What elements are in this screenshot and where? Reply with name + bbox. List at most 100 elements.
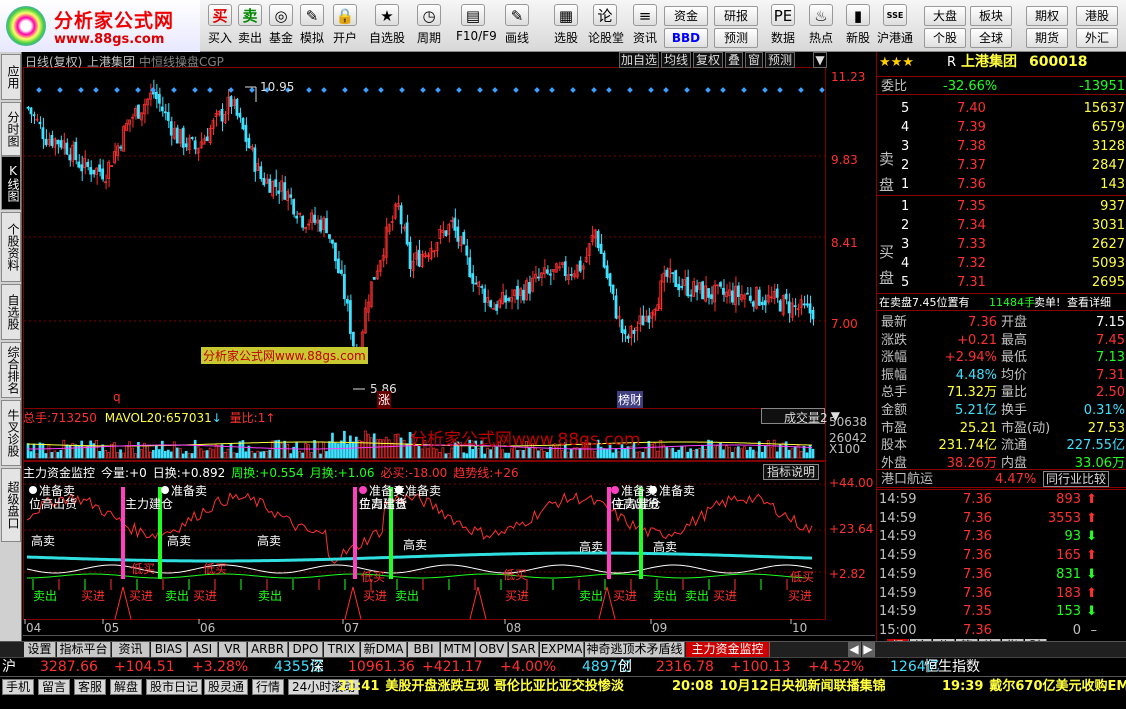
bottom-tab-8[interactable]: TRIX	[324, 642, 360, 658]
toolbar-button-7[interactable]: ▤ F10/F9	[456, 4, 497, 50]
chart-top-button-3[interactable]: 叠	[725, 52, 743, 68]
toolbar-button-0[interactable]: 买买入	[203, 4, 237, 50]
weibi-row: 委比 -32.66% -13951	[877, 76, 1126, 95]
volume-bar	[131, 447, 134, 459]
candle-body	[522, 289, 525, 301]
toolbar-small-button-3[interactable]: 预测	[714, 28, 758, 48]
volume-bar	[507, 452, 510, 459]
order-notice[interactable]: 在卖盘7.45位置有 11484手 卖单! 查看详细	[877, 293, 1126, 311]
volume-bar	[402, 439, 406, 459]
volume-select[interactable]: 成交量2 ▼	[761, 408, 840, 425]
chart-menu-icon[interactable]: ▼	[813, 52, 827, 68]
toolbar-small-button-7[interactable]: 港股	[1076, 6, 1118, 26]
toolbar-button-8[interactable]: ✎ 画线	[500, 4, 534, 50]
left-tab-6[interactable]: 牛叉诊股	[1, 400, 21, 466]
candle-body	[689, 294, 693, 297]
chart-top-button-5[interactable]: 预测	[765, 52, 795, 68]
bottom-tab-9[interactable]: 新DMA	[361, 642, 407, 658]
toolbar-button-9[interactable]: ▦ 选股	[549, 4, 583, 50]
indicator-help-button[interactable]: 指标说明	[763, 464, 820, 480]
volume-bar	[692, 450, 695, 459]
toolbar-small-button-11[interactable]: 外汇	[1076, 28, 1118, 48]
candle-body	[751, 301, 755, 307]
chart-top-button-2[interactable]: 复权	[693, 52, 723, 68]
bottom-tab-1[interactable]: 指标平台	[57, 642, 111, 658]
toolbar-button-14[interactable]: ▮ 新股	[841, 4, 875, 50]
toolbar-small-button-10[interactable]: 期货	[1026, 28, 1068, 48]
indicator-tab-bar: 设置 指标平台 资讯 BIAS ASI VR ARBR DPO TRIX 新DMA BBI MTM OB…	[0, 641, 1126, 658]
left-tab-5[interactable]: 综合排名	[1, 342, 21, 398]
toolbar-button-1[interactable]: 卖卖出	[233, 4, 267, 50]
bottom-tab-6[interactable]: ARBR	[248, 642, 288, 658]
chart-top-button-0[interactable]: 加自选	[619, 52, 659, 68]
bottom-tab-5[interactable]: VR	[219, 642, 247, 658]
toolbar-small-button-2[interactable]: BBD	[664, 28, 708, 48]
industry-compare-button[interactable]: 同行业比较	[1043, 471, 1110, 487]
bottom-tab-11[interactable]: MTM	[441, 642, 475, 658]
toolbar-small-button-6[interactable]: 期权	[1026, 6, 1068, 26]
left-tab-1[interactable]: 分时图	[1, 102, 21, 156]
volume-bar	[381, 439, 385, 459]
news-headline-0[interactable]: 21:41 美股开盘涨跌互现 哥伦比亚比亚交投惨淡	[338, 679, 624, 695]
chart-top-button-4[interactable]: 窗	[745, 52, 763, 68]
toolbar-icon-8: ✎	[505, 4, 529, 26]
bid-row: 1 7.35 937	[901, 199, 1125, 214]
candle-body	[340, 269, 343, 274]
toolbar-small-button-9[interactable]: 全球	[970, 28, 1012, 48]
status-button-3[interactable]: 解盘	[110, 679, 143, 695]
toolbar-button-5[interactable]: ★ 自选股	[365, 4, 409, 50]
candle-body	[292, 199, 296, 215]
news-headline-1[interactable]: 20:08 10月12日央视新闻联播集锦	[672, 679, 886, 695]
left-tab-3[interactable]: 个股资料	[1, 212, 21, 282]
left-tab-7[interactable]: 超级盘口	[1, 468, 21, 542]
bottom-tab-10[interactable]: BBI	[408, 642, 440, 658]
bottom-tab-2[interactable]: 资讯	[112, 642, 150, 658]
status-button-2[interactable]: 客服	[74, 679, 107, 695]
bottom-tab-3[interactable]: BIAS	[151, 642, 187, 658]
volume-bar	[163, 450, 167, 459]
signal-diamond	[399, 87, 405, 93]
kline-chart-svg[interactable]	[23, 52, 875, 642]
index-name: 深	[310, 659, 324, 675]
bottom-tab-12[interactable]: OBV	[476, 642, 508, 658]
left-tab-4[interactable]: 自选股	[1, 284, 21, 340]
toolbar-button-15[interactable]: SSE 沪港通	[873, 4, 917, 50]
toolbar-small-button-1[interactable]: 研报	[714, 6, 758, 26]
status-button-0[interactable]: 手机	[2, 679, 35, 695]
toolbar-small-button-8[interactable]: 个股	[924, 28, 966, 48]
left-tab-0[interactable]: 应用	[1, 54, 21, 100]
candle-body	[86, 161, 90, 167]
bottom-tab-0[interactable]: 设置	[24, 642, 56, 658]
bottom-tab-14[interactable]: EXPMA	[540, 642, 584, 658]
status-button-4[interactable]: 股市日记	[146, 679, 203, 695]
toolbar-button-3[interactable]: ✎ 模拟	[295, 4, 329, 50]
index-name: 恒生指数	[924, 659, 980, 675]
chart-top-button-1[interactable]: 均线	[661, 52, 691, 68]
volume-bar	[187, 453, 191, 459]
toolbar-button-11[interactable]: ≡ 资讯	[628, 4, 662, 50]
bottom-tab-15[interactable]: 神奇逃顶术矛盾线	[585, 642, 685, 658]
scroll-right-icon[interactable]: ▶	[862, 642, 875, 658]
status-button-1[interactable]: 留言	[38, 679, 71, 695]
toolbar-small-button-0[interactable]: 资金	[664, 6, 708, 26]
toolbar-small-button-5[interactable]: 板块	[970, 6, 1012, 26]
status-button-5[interactable]: 股灵通	[204, 679, 249, 695]
status-button-6[interactable]: 行情	[252, 679, 285, 695]
bottom-tab-13[interactable]: SAR	[509, 642, 539, 658]
toolbar-button-13[interactable]: ♨ 热点	[804, 4, 838, 50]
toolbar-button-4[interactable]: 🔒 开户	[328, 4, 362, 50]
chart-area[interactable]: 日线(复权) 上港集团 中恒线操盘CGP 加自选 均线 复权叠窗预测 ▼ 10.95 …	[23, 52, 875, 642]
toolbar-button-12[interactable]: PE 数据	[766, 4, 800, 50]
candle-body	[235, 98, 239, 116]
news-headline-2[interactable]: 19:39 戴尔670亿美元收购EM	[942, 679, 1126, 695]
volume-bar	[134, 453, 137, 459]
toolbar-button-10[interactable]: 论论股堂	[588, 4, 624, 50]
bottom-tab-7[interactable]: DPO	[289, 642, 323, 658]
toolbar-button-2[interactable]: ◎ 基金	[264, 4, 298, 50]
toolbar-small-button-4[interactable]: 大盘	[924, 6, 966, 26]
scroll-left-icon[interactable]: ◀	[848, 642, 861, 658]
left-tab-2[interactable]: K线图	[1, 156, 21, 210]
bottom-tab-16[interactable]: 主力资金监控	[686, 642, 770, 658]
toolbar-button-6[interactable]: ◷ 周期	[412, 4, 446, 50]
bottom-tab-4[interactable]: ASI	[188, 642, 218, 658]
